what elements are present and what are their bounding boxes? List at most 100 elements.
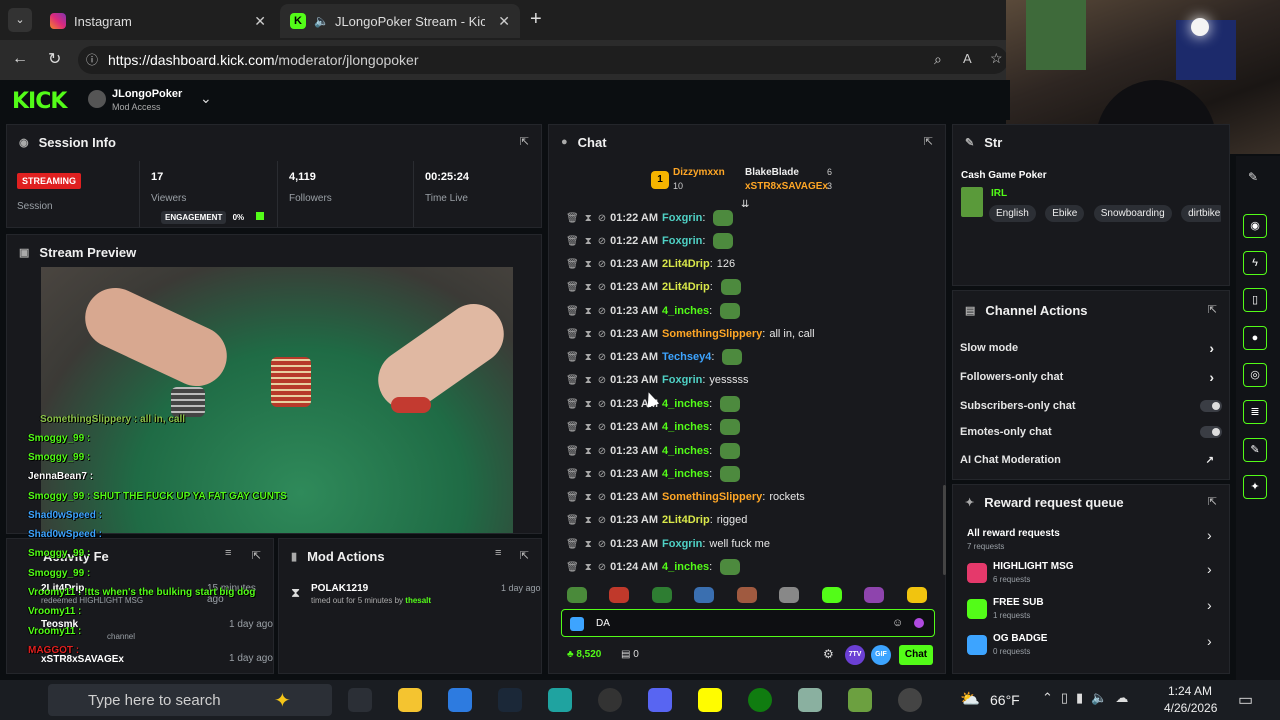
chat-message[interactable]: 🗑 ⧗ ⊘ 01:23 AM Techsey4: <box>566 347 743 367</box>
ban-icon[interactable]: ⊘ <box>598 562 606 573</box>
timeout-icon[interactable]: ⧗ <box>585 446 592 457</box>
emote[interactable] <box>779 587 800 603</box>
chat-username[interactable]: Foxgrin <box>662 538 702 550</box>
chat-username[interactable]: Techsey4 <box>662 351 711 363</box>
emote[interactable] <box>567 587 587 603</box>
apps-icon[interactable]: ✦ <box>1243 475 1267 499</box>
timeout-icon[interactable]: ⧗ <box>585 562 592 573</box>
chat-message[interactable]: 🗑 ⧗ ⊘ 01:23 AM SomethingSlippery: rockets <box>566 487 805 507</box>
chat-message[interactable]: 🗑 ⧗ ⊘ 01:23 AM SomethingSlippery: all in, cal… <box>566 324 815 344</box>
clock-time[interactable]: 1:24 AM <box>1168 684 1212 698</box>
chevron-right-icon[interactable]: › <box>1207 527 1212 543</box>
leader-name[interactable]: Dizzymxxn <box>673 167 725 178</box>
lightning-icon[interactable]: ϟ <box>1243 251 1267 275</box>
emote[interactable] <box>694 587 715 603</box>
chevron-right-icon[interactable]: › <box>1209 369 1214 385</box>
chat-message[interactable]: 🗑 ⧗ ⊘ 01:23 AM 2Lit4Drip:126 <box>566 254 735 274</box>
tag[interactable]: Snowboarding <box>1093 205 1172 222</box>
task-view-icon[interactable] <box>348 688 372 712</box>
snapchat-icon[interactable] <box>698 688 722 712</box>
chat-message[interactable]: 🗑 ⧗ ⊘ 01:23 AM 2Lit4Drip: rigged <box>566 510 747 530</box>
ban-icon[interactable]: ⊘ <box>598 236 606 247</box>
chat-username[interactable]: 4_inches <box>662 305 709 317</box>
chat-message[interactable]: 🗑 ⧗ ⊘ 01:23 AM Foxgrin: yesssss <box>566 370 749 390</box>
chat-username[interactable]: 2Lit4Drip <box>662 281 710 293</box>
expand-icon[interactable]: ⇱ <box>1208 303 1217 316</box>
taskbar-search[interactable]: Type here to search ✦ <box>48 684 332 716</box>
chat-username[interactable]: Foxgrin <box>662 235 702 247</box>
favorite-icon[interactable]: ☆ <box>990 50 1003 67</box>
chat-username[interactable]: 4_inches <box>662 398 709 410</box>
chat-message[interactable]: 🗑 ⧗ ⊘ 01:23 AM 4_inches: <box>566 464 741 484</box>
delete-icon[interactable]: 🗑 <box>566 213 579 224</box>
chevron-right-icon[interactable]: › <box>1207 633 1212 649</box>
chevron-right-icon[interactable]: › <box>1207 597 1212 613</box>
ban-icon[interactable]: ⊘ <box>598 375 606 386</box>
chat-message[interactable]: 🗑 ⧗ ⊘ 01:23 AM 4_inches: <box>566 441 741 461</box>
reward-name[interactable]: HIGHLIGHT MSG <box>993 561 1074 572</box>
all-rewards-label[interactable]: All reward requests <box>967 528 1060 539</box>
delete-icon[interactable]: 🗑 <box>566 306 579 317</box>
chat-username[interactable]: SomethingSlippery <box>662 328 762 340</box>
delete-icon[interactable]: 🗑 <box>566 259 579 270</box>
zoom-icon[interactable]: ⌕ <box>934 51 942 68</box>
filter-icon[interactable]: ≡ <box>495 547 501 559</box>
ban-icon[interactable]: ⊘ <box>598 259 606 270</box>
emote[interactable] <box>906 587 927 603</box>
delete-icon[interactable]: 🗑 <box>566 422 579 433</box>
ban-icon[interactable]: ⊘ <box>598 446 606 457</box>
delete-icon[interactable]: 🗑 <box>566 492 579 503</box>
chat-input[interactable]: DA ☺ <box>561 609 935 637</box>
chat-username[interactable]: 4_inches <box>662 421 709 433</box>
chevron-right-icon[interactable]: › <box>1207 561 1212 577</box>
channel-avatar[interactable] <box>88 90 106 108</box>
emotes-only-row[interactable]: Emotes-only chat <box>960 418 1222 446</box>
obs-icon[interactable] <box>598 688 622 712</box>
expand-icon[interactable]: ⇱ <box>924 135 933 148</box>
reward-name[interactable]: OG BADGE <box>993 633 1047 644</box>
tab-list-button[interactable]: ⌄ <box>8 8 32 32</box>
timeout-icon[interactable]: ⧗ <box>585 515 592 526</box>
gif-icon[interactable]: GIF <box>871 645 891 665</box>
clock-date[interactable]: 4/26/2026 <box>1164 701 1217 715</box>
notification-icon[interactable]: ▭ <box>1238 690 1253 710</box>
chat-message[interactable]: 🗑 ⧗ ⊘ 01:24 AM 4_inches: <box>566 557 741 577</box>
timeout-icon[interactable]: ⧗ <box>585 329 592 340</box>
url-input[interactable]: ⓘ https://dashboard.kick.com /moderator/… <box>78 46 1008 74</box>
reward-name[interactable]: FREE SUB <box>993 597 1044 608</box>
close-tab-icon[interactable]: ✕ <box>254 13 266 30</box>
speaker-icon[interactable]: 🔈 <box>314 14 329 28</box>
emotes-only-toggle[interactable] <box>1200 426 1222 438</box>
chevron-down-icon[interactable]: ⌄ <box>200 90 212 107</box>
expand-icon[interactable]: ⇱ <box>252 549 261 562</box>
filter-icon[interactable]: ≡ <box>225 547 231 559</box>
timeout-icon[interactable]: ⧗ <box>585 352 592 363</box>
read-aloud-icon[interactable]: A <box>963 51 972 66</box>
chevron-right-icon[interactable]: › <box>1209 340 1214 356</box>
chat-scrollbar[interactable] <box>943 485 946 575</box>
chat-message[interactable]: 🗑 ⧗ ⊘ 01:23 AM 2Lit4Drip: <box>566 277 741 297</box>
emote[interactable] <box>609 587 630 603</box>
store-icon[interactable] <box>448 688 472 712</box>
chat-username[interactable]: 4_inches <box>662 445 709 457</box>
delete-icon[interactable]: 🗑 <box>566 515 579 526</box>
tag[interactable]: English <box>989 205 1036 222</box>
ban-icon[interactable]: ⊘ <box>598 399 606 410</box>
chat-message[interactable]: 🗑 ⧗ ⊘ 01:23 AM 4_inches: <box>566 417 741 437</box>
pencil-icon[interactable]: ✎ <box>1248 170 1258 184</box>
7tv-icon[interactable]: 7TV <box>845 645 865 665</box>
app-icon[interactable] <box>798 688 822 712</box>
delete-icon[interactable]: 🗑 <box>566 352 579 363</box>
chat-username[interactable]: 4_inches <box>662 468 709 480</box>
steam-icon[interactable] <box>498 688 522 712</box>
timeout-icon[interactable]: ⧗ <box>585 422 592 433</box>
ban-icon[interactable]: ⊘ <box>598 306 606 317</box>
ban-icon[interactable]: ⊘ <box>598 282 606 293</box>
emote[interactable] <box>651 587 672 603</box>
timeout-icon[interactable]: ⧗ <box>585 259 592 270</box>
emote[interactable] <box>821 587 842 603</box>
delete-icon[interactable]: 🗑 <box>566 562 579 573</box>
delete-icon[interactable]: 🗑 <box>566 446 579 457</box>
send-chat-button[interactable]: Chat <box>899 645 933 665</box>
subscribers-only-row[interactable]: Subscribers-only chat <box>960 392 1222 420</box>
